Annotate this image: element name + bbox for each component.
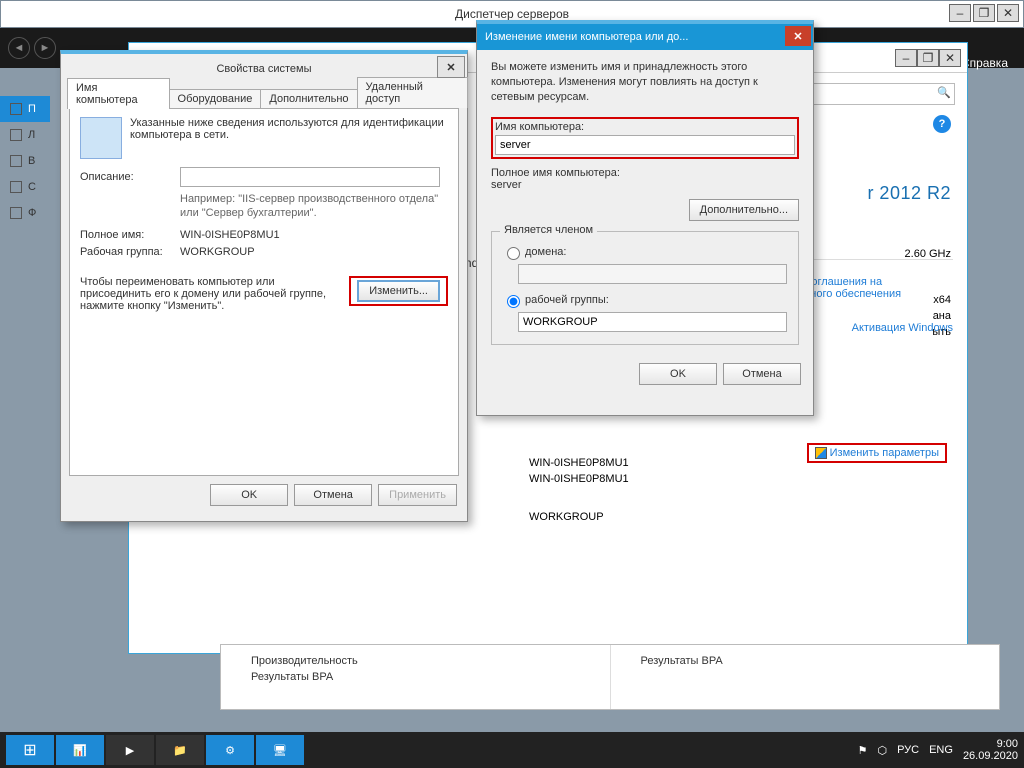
domain-radio[interactable]: домена: (502, 244, 788, 260)
server-manager-title: Диспетчер серверов (455, 7, 569, 21)
full-name-row: WIN-0ISHE0P8MU1 (529, 473, 629, 485)
nav-forward-icon[interactable]: ► (34, 37, 56, 59)
sys-close-button[interactable]: ✕ (939, 49, 961, 67)
change-settings-highlight: Изменить параметры (807, 443, 947, 463)
rename-title: Изменение имени компьютера или до... (485, 31, 688, 43)
task-system[interactable]: 🖥 (256, 735, 304, 765)
tray-flag-icon[interactable]: ⚑ (858, 744, 868, 757)
activate-windows-link[interactable]: Активация Windows (852, 322, 953, 334)
member-of-legend: Является членом (500, 224, 597, 236)
sidebar-item-dashboard[interactable]: П (0, 96, 50, 122)
full-computer-name-value: server (491, 179, 799, 191)
maximize-button[interactable]: ❐ (973, 4, 995, 22)
rename-hint: Чтобы переименовать компьютер или присое… (80, 276, 339, 312)
change-settings-link[interactable]: Изменить параметры (830, 447, 939, 459)
minimize-button[interactable]: – (949, 4, 971, 22)
member-of-fieldset: Является членом домена: рабочей группы: (491, 231, 799, 345)
computer-name-label: Имя компьютера: (495, 121, 795, 133)
close-button[interactable]: ✕ (997, 4, 1019, 22)
sysprops-tabbar: Имя компьютера Оборудование Дополнительн… (61, 84, 467, 108)
system-properties-dialog: Свойства системы ✕ Имя компьютера Оборуд… (60, 50, 468, 522)
change-button[interactable]: Изменить... (357, 280, 440, 302)
task-powershell[interactable]: ▶ (106, 735, 154, 765)
computer-name-highlight: Имя компьютера: (491, 117, 799, 159)
computer-name-input[interactable] (495, 135, 795, 155)
computer-name-row: WIN-0ISHE0P8MU1 (529, 457, 629, 469)
workgroup-value: WORKGROUP (180, 246, 255, 258)
bpa-results-label: Результаты BPA (251, 671, 580, 683)
sidebar-item-4[interactable]: Ф (0, 200, 50, 226)
sys-maximize-button[interactable]: ❐ (917, 49, 939, 67)
full-computer-name-label: Полное имя компьютера: (491, 167, 799, 179)
description-hint: Например: "IIS-сервер производственного … (180, 192, 448, 221)
file-icon (10, 207, 22, 219)
bpa-panel: Производительность Результаты BPA Резуль… (220, 644, 1000, 710)
search-icon: 🔍 (937, 86, 951, 105)
system-properties-title: Свойства системы (216, 63, 311, 75)
help-icon[interactable]: ? (933, 115, 951, 133)
fullname-value: WIN-0ISHE0P8MU1 (180, 229, 280, 241)
bpa-results-label-2: Результаты BPA (641, 655, 970, 667)
change-button-highlight: Изменить... (349, 276, 448, 306)
sidebar-item-2[interactable]: В (0, 148, 50, 174)
sysprops-apply-button[interactable]: Применить (378, 484, 457, 506)
clock-time: 9:00 (963, 738, 1018, 750)
task-server-manager[interactable]: 📊 (56, 735, 104, 765)
computer-icon (80, 117, 122, 159)
sys-minimize-button[interactable]: – (895, 49, 917, 67)
sidebar-item-3[interactable]: С (0, 174, 50, 200)
language-indicator-2[interactable]: ENG (929, 744, 953, 756)
dashboard-icon (10, 103, 22, 115)
performance-label: Производительность (251, 655, 580, 667)
sysprops-cancel-button[interactable]: Отмена (294, 484, 372, 506)
tab-computer-name[interactable]: Имя компьютера (67, 78, 170, 109)
workgroup-radio[interactable]: рабочей группы: (502, 292, 788, 308)
tray-network-icon[interactable]: ⬡ (877, 744, 887, 757)
clock[interactable]: 9:00 26.09.2020 (963, 738, 1018, 762)
shield-icon (815, 447, 827, 459)
servers-icon (10, 155, 22, 167)
sysprops-ok-button[interactable]: OK (210, 484, 288, 506)
server-icon (10, 129, 22, 141)
role-icon (10, 181, 22, 193)
taskbar: ⊞ 📊 ▶ 📁 ⚙ 🖥 ⚑ ⬡ РУС ENG 9:00 26.09.2020 (0, 732, 1024, 768)
tab-hardware[interactable]: Оборудование (169, 89, 262, 108)
workgroup-input[interactable] (518, 312, 787, 332)
windows-edition-partial: r 2012 R2 (867, 183, 951, 203)
windows-icon: ⊞ (23, 740, 36, 760)
language-indicator-1[interactable]: РУС (897, 744, 919, 756)
workgroup-label: Рабочая группа: (80, 246, 180, 258)
intro-text: Указанные ниже сведения используются для… (130, 117, 448, 141)
description-label: Описание: (80, 171, 180, 183)
workgroup-row: WORKGROUP (529, 511, 629, 523)
rename-cancel-button[interactable]: Отмена (723, 363, 801, 385)
tab-computer-name-page: Указанные ниже сведения используются для… (69, 108, 459, 476)
sidebar-item-1[interactable]: Л (0, 122, 50, 148)
rename-intro: Вы можете изменить имя и принадлежность … (491, 60, 799, 105)
sysprops-close-button[interactable]: ✕ (437, 56, 465, 78)
server-manager-sidebar: П Л В С Ф (0, 96, 50, 226)
rename-close-button[interactable]: ✕ (785, 26, 811, 46)
rename-titlebar: Изменение имени компьютера или до... ✕ (477, 24, 813, 50)
domain-input (518, 264, 787, 284)
fullname-label: Полное имя: (80, 229, 180, 241)
rename-ok-button[interactable]: OK (639, 363, 717, 385)
start-button[interactable]: ⊞ (6, 735, 54, 765)
rename-computer-dialog: Изменение имени компьютера или до... ✕ В… (476, 20, 814, 416)
tab-advanced[interactable]: Дополнительно (260, 89, 357, 108)
system-tray: ⚑ ⬡ РУС ENG 9:00 26.09.2020 (858, 738, 1018, 762)
task-control-panel[interactable]: ⚙ (206, 735, 254, 765)
clock-date: 26.09.2020 (963, 750, 1018, 762)
more-button[interactable]: Дополнительно... (689, 199, 799, 221)
description-input[interactable] (180, 167, 440, 187)
task-explorer[interactable]: 📁 (156, 735, 204, 765)
nav-back-icon[interactable]: ◄ (8, 37, 30, 59)
